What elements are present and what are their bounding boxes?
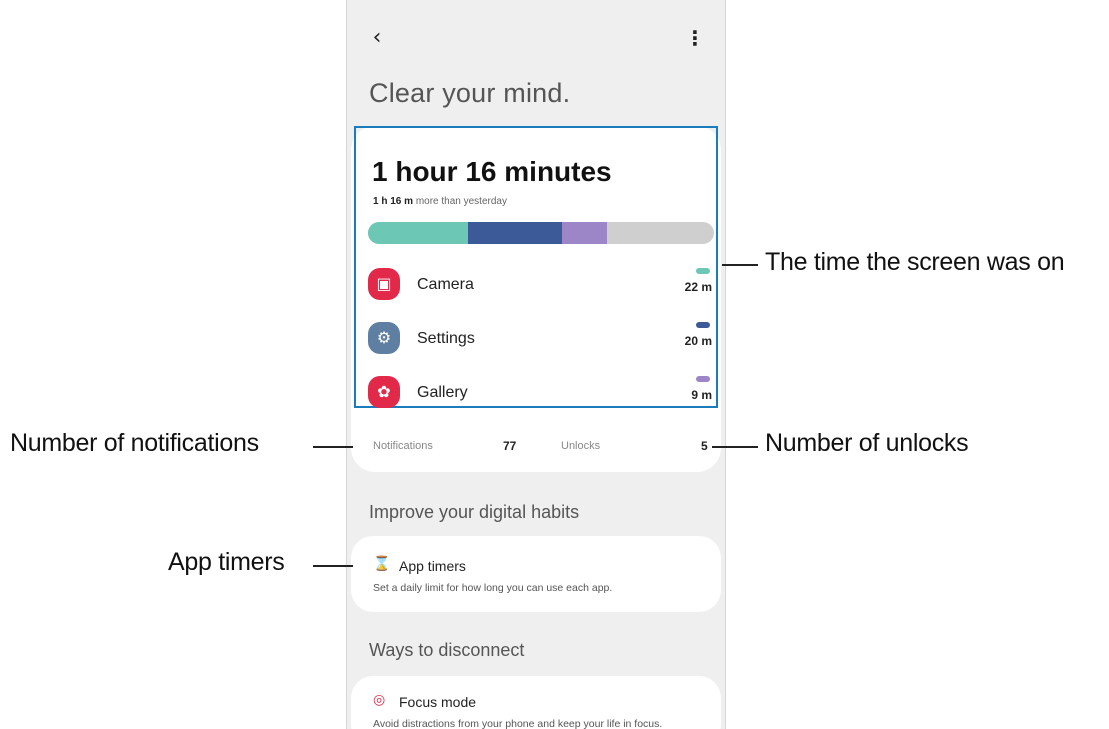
app-timers-callout: App timers	[168, 548, 285, 576]
app-timers-label: App timers	[399, 558, 466, 574]
section-title-improve: Improve your digital habits	[369, 502, 580, 522]
notifications-label: Notifications	[373, 440, 433, 452]
screen-time-highlight: 1 hour 16 minutes 1 h 16 m more than yes…	[354, 126, 718, 408]
unlocks-count: 5	[701, 439, 708, 453]
focus-mode-card[interactable]: ◎ Focus mode Avoid distractions from you…	[351, 676, 721, 729]
stats-row: Notifications 77 Unlocks 5	[361, 438, 715, 458]
phone-screen: ‹ ⋮ Clear your mind. 1 hour 16 minutes 1…	[346, 0, 726, 729]
compare-amount: 1 h 16 m	[373, 196, 414, 207]
focus-mode-description: Avoid distractions from your phone and k…	[373, 718, 663, 729]
app-color-pill	[696, 268, 710, 274]
app-timers-card[interactable]: ⌛ App timers Set a daily limit for how l…	[351, 536, 721, 612]
compare-yesterday: 1 h 16 m more than yesterday	[373, 196, 507, 207]
hourglass-icon: ⌛	[373, 556, 391, 572]
page-title: Clear your mind.	[369, 78, 571, 108]
unlocks-callout: Number of unlocks	[765, 429, 969, 457]
focus-mode-label: Focus mode	[399, 694, 477, 710]
app-color-pill	[696, 322, 710, 328]
usage-segment-gallery	[561, 222, 607, 244]
screen-time-leader-line	[722, 264, 758, 266]
app-time: 20 m	[684, 334, 712, 348]
app-time: 9 m	[691, 388, 712, 402]
gear-icon: ⚙	[368, 322, 400, 354]
usage-segment-settings	[468, 222, 562, 244]
target-icon: ◎	[373, 692, 386, 708]
app-row-settings[interactable]: ⚙ Settings 20 m	[368, 318, 714, 358]
app-name: Camera	[417, 276, 474, 293]
screen-time-callout: The time the screen was on	[765, 248, 1065, 276]
back-arrow-icon[interactable]: ‹	[365, 24, 389, 52]
app-timers-leader-line	[313, 565, 353, 567]
section-title-disconnect: Ways to disconnect	[369, 640, 525, 660]
app-timers-description: Set a daily limit for how long you can u…	[373, 582, 613, 594]
notifications-count: 77	[503, 439, 517, 453]
compare-text: more than yesterday	[415, 196, 507, 207]
camera-icon: ▣	[368, 268, 400, 300]
unlocks-label: Unlocks	[561, 440, 601, 452]
flower-icon: ✿	[368, 376, 400, 408]
more-vertical-icon[interactable]: ⋮	[683, 24, 707, 52]
app-color-pill	[696, 376, 710, 382]
app-row-camera[interactable]: ▣ Camera 22 m	[368, 264, 714, 304]
app-row-gallery[interactable]: ✿ Gallery 9 m	[368, 372, 714, 412]
total-screen-time: 1 hour 16 minutes	[372, 156, 612, 187]
usage-summary-card[interactable]: 1 hour 16 minutes 1 h 16 m more than yes…	[351, 126, 721, 472]
top-app-bar: ‹ ⋮	[347, 18, 725, 58]
usage-bar[interactable]	[368, 222, 714, 244]
notifications-leader-line	[313, 446, 353, 448]
app-time: 22 m	[684, 280, 712, 294]
notifications-callout: Number of notifications	[10, 429, 259, 457]
unlocks-leader-line	[712, 446, 758, 448]
app-name: Settings	[417, 330, 475, 347]
usage-segment-camera	[368, 222, 469, 244]
app-name: Gallery	[417, 384, 468, 401]
